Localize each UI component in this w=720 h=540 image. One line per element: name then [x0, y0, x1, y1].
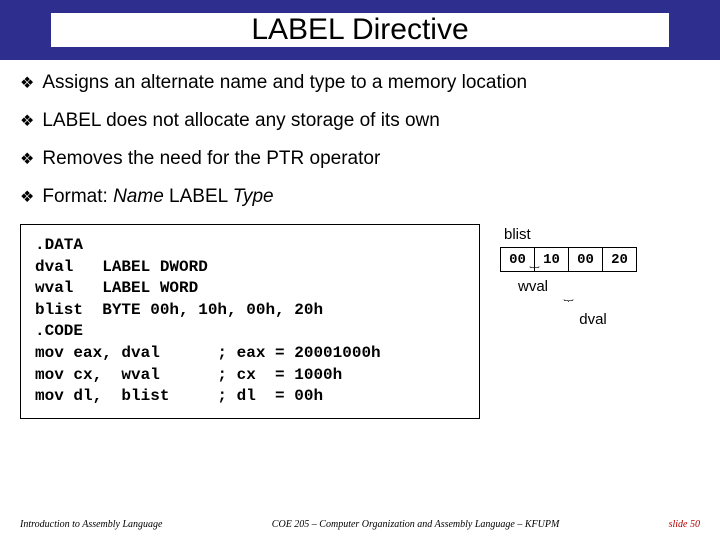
footer-right: slide 50 — [669, 519, 700, 530]
bullet-item: ❖ Removes the need for the PTR operator — [20, 148, 700, 172]
brace-icon: ︸ — [500, 303, 636, 309]
bullet-item: ❖ LABEL does not allocate any storage of… — [20, 110, 700, 134]
bullet-list: ❖ Assigns an alternate name and type to … — [0, 60, 720, 210]
mem-cell: 10 — [535, 248, 569, 272]
bullet-text: LABEL does not allocate any storage of i… — [42, 110, 440, 132]
bullet-item-format: ❖ Format: Name LABEL Type — [20, 186, 700, 210]
format-name: Name — [113, 186, 164, 207]
mem-cell: 20 — [603, 248, 637, 272]
footer: Introduction to Assembly Language COE 20… — [0, 519, 720, 530]
format-prefix: Format: — [42, 186, 113, 207]
diamond-icon: ❖ — [20, 72, 34, 96]
content-row: .DATA dval LABEL DWORD wval LABEL WORD b… — [0, 224, 720, 419]
memory-diagram: blist 00 10 00 20 ︸ wval ︸ dval — [500, 224, 700, 419]
format-mid: LABEL — [164, 186, 233, 207]
wval-brace-row: ︸ — [500, 270, 700, 276]
table-row: 00 10 00 20 — [501, 248, 637, 272]
blist-label: blist — [504, 226, 700, 243]
bullet-item: ❖ Assigns an alternate name and type to … — [20, 72, 700, 96]
footer-center: COE 205 – Computer Organization and Asse… — [163, 519, 669, 530]
wval-label: wval — [518, 278, 700, 295]
bullet-text: Removes the need for the PTR operator — [42, 148, 380, 170]
footer-left: Introduction to Assembly Language — [20, 519, 163, 530]
diamond-icon: ❖ — [20, 110, 34, 134]
mem-cell: 00 — [569, 248, 603, 272]
code-block: .DATA dval LABEL DWORD wval LABEL WORD b… — [20, 224, 480, 419]
dval-label: dval — [500, 311, 636, 328]
bullet-text: Assigns an alternate name and type to a … — [42, 72, 527, 94]
format-type: Type — [233, 186, 274, 207]
memory-table: 00 10 00 20 — [500, 247, 637, 272]
diamond-icon: ❖ — [20, 148, 34, 172]
diamond-icon: ❖ — [20, 186, 34, 210]
format-line: Format: Name LABEL Type — [42, 186, 273, 208]
brace-icon: ︸ — [500, 270, 568, 276]
slide-title: LABEL Directive — [51, 13, 668, 47]
title-bar: LABEL Directive — [0, 0, 720, 60]
